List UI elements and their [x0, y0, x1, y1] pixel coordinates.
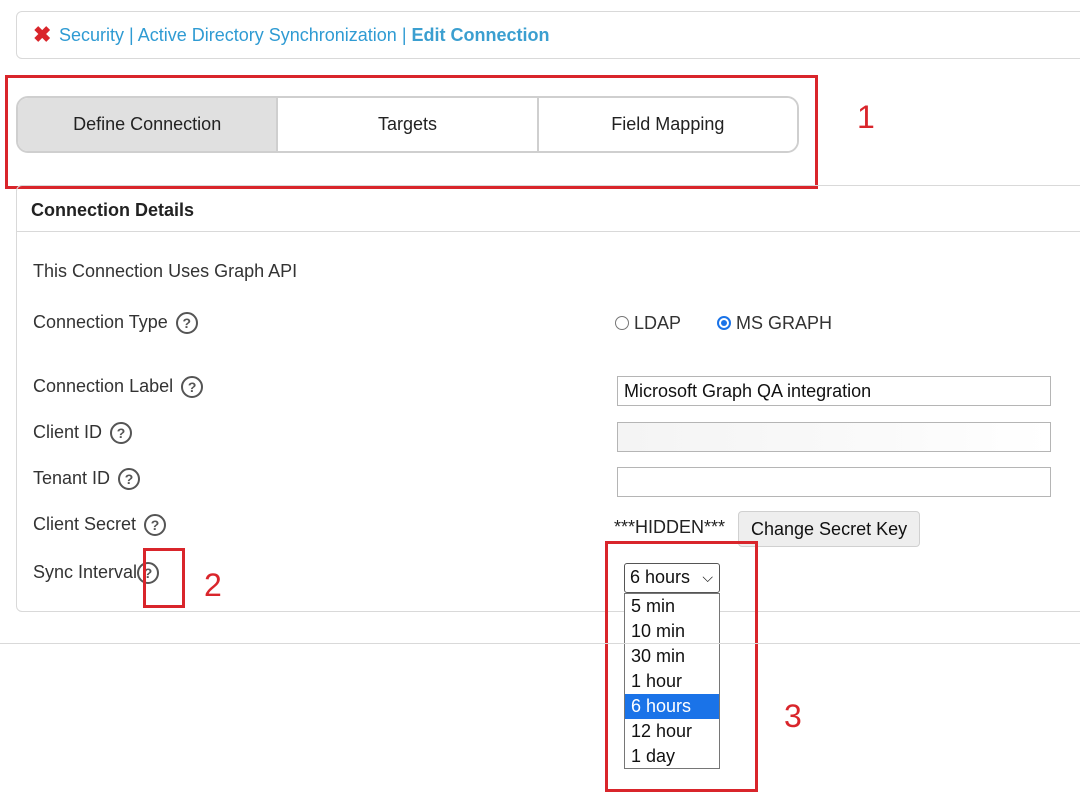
sync-interval-label: Sync Interval — [33, 562, 138, 582]
breadcrumb-current: Edit Connection — [411, 25, 550, 45]
radio-ldap-label: LDAP — [634, 313, 682, 333]
radio-ldap-option[interactable]: LDAP — [615, 313, 681, 334]
annotation-number-3: 3 — [784, 698, 802, 734]
help-icon[interactable]: ? — [175, 312, 198, 335]
breadcrumb-separator: | — [124, 25, 138, 45]
connection-type-label: Connection Type — [33, 312, 168, 332]
client-secret-value: ***HIDDEN*** — [614, 517, 726, 537]
annotation-number-2: 2 — [204, 567, 222, 603]
change-secret-key-button[interactable]: Change Secret Key — [738, 511, 921, 547]
breadcrumb: Security | Active Directory Synchronizat… — [59, 24, 550, 46]
annotation-number-1: 1 — [857, 99, 875, 135]
help-icon[interactable]: ? — [118, 468, 141, 491]
client-id-row: Client ID? — [33, 422, 133, 445]
radio-msgraph[interactable] — [717, 316, 731, 331]
tenant-id-row: Tenant ID? — [33, 468, 141, 491]
annotation-box-3 — [605, 541, 758, 792]
client-secret-label: Client Secret — [33, 514, 137, 534]
panel-title: Connection Details — [31, 200, 195, 220]
connection-label-row: Connection Label? — [33, 376, 204, 399]
sync-interval-row: Sync Interval? — [33, 562, 160, 585]
radio-msgraph-option[interactable]: MS GRAPH — [717, 313, 832, 334]
annotation-box-1 — [5, 75, 818, 189]
tenant-id-label: Tenant ID — [33, 468, 111, 488]
breadcrumb-separator: | — [396, 25, 412, 45]
client-id-input[interactable] — [617, 422, 1051, 452]
breadcrumb-ad-sync[interactable]: Active Directory Synchronization — [138, 25, 397, 45]
connection-label-input[interactable]: Microsoft Graph QA integration — [617, 376, 1051, 406]
divider — [0, 643, 1080, 644]
help-icon[interactable]: ? — [181, 376, 204, 399]
close-icon[interactable]: ✖ — [33, 24, 51, 46]
connection-label-label: Connection Label — [33, 376, 174, 396]
help-icon[interactable]: ? — [110, 422, 133, 445]
tenant-id-input[interactable] — [617, 467, 1051, 497]
connection-type-row: Connection Type? — [33, 312, 198, 335]
annotation-box-2 — [143, 548, 185, 608]
breadcrumb-security[interactable]: Security — [59, 25, 124, 45]
radio-ldap[interactable] — [615, 316, 629, 331]
radio-msgraph-label: MS GRAPH — [736, 313, 833, 333]
graph-api-note: This Connection Uses Graph API — [33, 261, 298, 281]
client-id-label: Client ID — [33, 422, 103, 442]
help-icon[interactable]: ? — [144, 514, 167, 537]
client-secret-row: Client Secret? — [33, 514, 167, 537]
